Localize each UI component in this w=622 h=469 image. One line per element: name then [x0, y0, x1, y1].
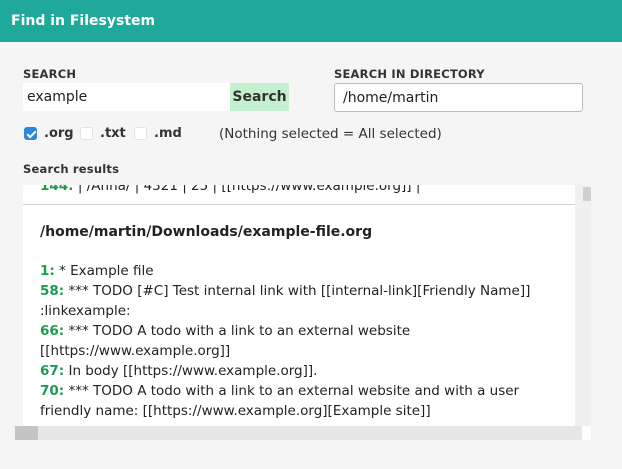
line-number[interactable]: 70:	[40, 383, 64, 399]
checkbox-md-label[interactable]: .md	[154, 126, 182, 141]
directory-input[interactable]	[334, 83, 583, 112]
result-file-path[interactable]: /home/martin/Downloads/example-file.org	[23, 223, 575, 241]
checkbox-org-label[interactable]: .org	[44, 126, 74, 141]
line-text: In body [[https://www.example.org]].	[64, 363, 318, 379]
result-separator	[23, 204, 575, 205]
result-line: 1: * Example file	[23, 261, 575, 281]
search-button[interactable]: Search	[230, 83, 289, 111]
checkbox-txt-label[interactable]: .txt	[100, 126, 126, 141]
line-number[interactable]: 66:	[40, 323, 64, 339]
results-panel[interactable]: 144: | /Anna/ | 4321 | 25 | [[https://ww…	[23, 185, 575, 426]
line-number[interactable]: 1:	[40, 263, 55, 279]
checkbox-org[interactable]	[24, 127, 37, 140]
filter-hint: (Nothing selected = All selected)	[219, 126, 442, 142]
horizontal-scrollbar[interactable]	[15, 426, 582, 440]
line-number[interactable]: 67:	[40, 363, 64, 379]
result-line: 70: *** TODO A todo with a link to an ex…	[23, 381, 575, 421]
result-line: 144: | /Anna/ | 4321 | 25 | [[https://ww…	[23, 185, 575, 196]
checkbox-txt[interactable]	[80, 127, 93, 140]
line-text: *** TODO [#C] Test internal link with [[…	[40, 283, 531, 319]
result-line: 58: *** TODO [#C] Test internal link wit…	[23, 281, 575, 321]
scrollbar-corner	[582, 426, 591, 440]
line-text: * Example file	[54, 263, 154, 279]
result-line: 67: In body [[https://www.example.org]].	[23, 361, 575, 381]
results-label: Search results	[23, 162, 120, 176]
checkbox-md[interactable]	[134, 127, 147, 140]
line-text: | /Anna/ | 4321 | 25 | [[https://www.exa…	[73, 185, 421, 194]
result-line: 66: *** TODO A todo with a link to an ex…	[23, 321, 575, 361]
line-text: *** TODO A todo with a link to an extern…	[40, 323, 411, 359]
vertical-scrollbar-thumb[interactable]	[583, 187, 591, 201]
directory-label: SEARCH IN DIRECTORY	[334, 67, 485, 81]
search-label: SEARCH	[23, 67, 77, 81]
line-number[interactable]: 58:	[40, 283, 64, 299]
search-input[interactable]	[23, 83, 230, 111]
line-text: *** TODO A todo with a link to an extern…	[40, 383, 520, 419]
window-title: Find in Filesystem	[0, 0, 622, 42]
vertical-scrollbar[interactable]	[575, 185, 591, 426]
line-number[interactable]: 144:	[40, 185, 74, 194]
horizontal-scrollbar-thumb[interactable]	[15, 426, 38, 440]
